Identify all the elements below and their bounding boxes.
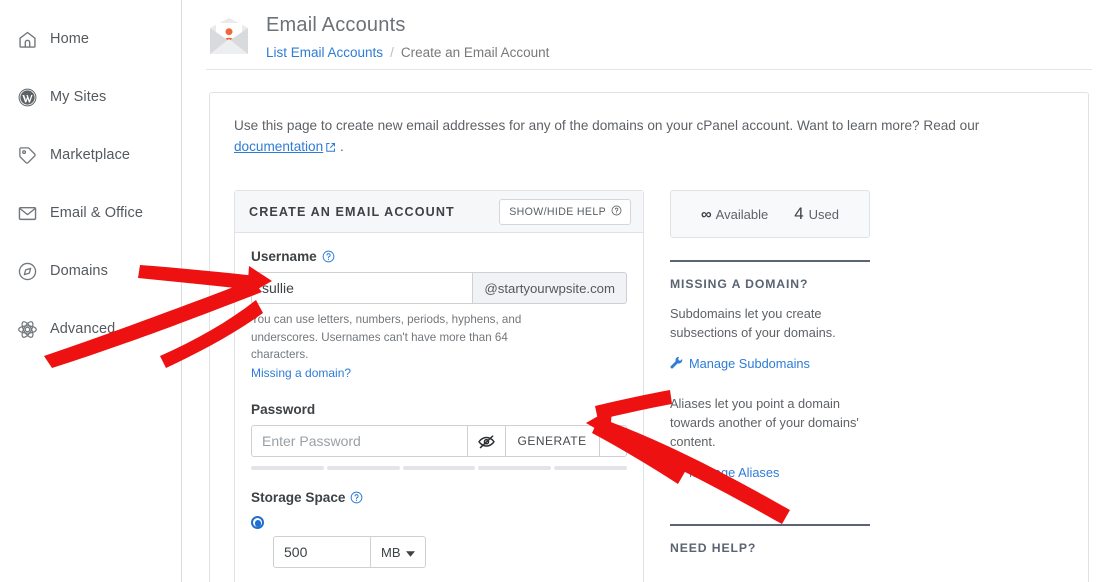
storage-quota-input-group: MB — [273, 536, 627, 569]
manage-subdomains-link[interactable]: Manage Subdomains — [670, 356, 870, 372]
breadcrumb: List Email Accounts / Create an Email Ac… — [266, 45, 549, 60]
storage-quota-radio-row[interactable] — [251, 516, 627, 530]
sidebar-item-marketplace[interactable]: Marketplace — [0, 126, 181, 184]
caret-down-icon[interactable] — [599, 425, 627, 458]
sidebar: Home My Sites Marketplace Email & Office… — [0, 0, 182, 582]
storage-quota-input[interactable] — [273, 536, 371, 569]
two-column-layout: CREATE AN EMAIL ACCOUNT SHOW/HIDE HELP U… — [234, 190, 1064, 582]
used-label: Used — [808, 207, 840, 223]
breadcrumb-separator: / — [390, 45, 394, 60]
tag-icon — [16, 144, 38, 166]
question-circle-icon — [611, 205, 622, 219]
wordpress-icon — [16, 86, 38, 108]
sidebar-item-advanced[interactable]: Advanced — [0, 300, 181, 358]
card-header: CREATE AN EMAIL ACCOUNT SHOW/HIDE HELP — [235, 191, 643, 234]
sidebar-item-label: Home — [50, 31, 90, 47]
page-title: Email Accounts — [266, 14, 406, 36]
generate-password-button[interactable]: GENERATE — [505, 425, 600, 458]
strength-segment — [478, 466, 552, 471]
sidebar-item-label: My Sites — [50, 89, 107, 105]
page-header-text: Email Accounts List Email Accounts / Cre… — [266, 12, 549, 60]
sidebar-item-domains[interactable]: Domains — [0, 242, 181, 300]
strength-segment — [326, 466, 400, 471]
password-label-text: Password — [251, 402, 316, 418]
section-body: Subdomains let you create subsections of… — [670, 306, 836, 341]
section-body: Aliases let you point a domain towards a… — [670, 395, 859, 449]
sidebar-item-label: Email & Office — [50, 205, 143, 221]
section-title: NEED HELP? — [670, 541, 757, 556]
page-header: Email Accounts List Email Accounts / Cre… — [182, 0, 1116, 60]
sidebar-item-email-office[interactable]: Email & Office — [0, 184, 181, 242]
intro-paragraph: Use this page to create new email addres… — [234, 115, 1004, 159]
strength-segment — [402, 466, 476, 471]
caret-down-icon — [405, 545, 415, 560]
strength-segment — [251, 466, 324, 471]
documentation-link[interactable]: documentation — [234, 139, 323, 154]
main-content: Email Accounts List Email Accounts / Cre… — [182, 0, 1116, 582]
breadcrumb-link-list-email-accounts[interactable]: List Email Accounts — [266, 45, 383, 60]
stat-available: ∞ Available — [701, 206, 768, 223]
question-circle-icon[interactable] — [350, 491, 363, 504]
sidebar-item-home[interactable]: Home — [0, 10, 181, 68]
password-input-group: GENERATE — [251, 425, 627, 458]
right-sidebar: ∞ Available 4 Used MISSING A DOMAIN? Sub… — [670, 190, 870, 582]
breadcrumb-current: Create an Email Account — [400, 45, 550, 60]
storage-space-label-text: Storage Space — [251, 490, 346, 506]
sidebar-item-label: Advanced — [50, 321, 116, 337]
missing-domain-section: MISSING A DOMAIN? Subdomains let you cre… — [670, 260, 870, 371]
password-strength-meter — [251, 466, 627, 471]
content-card: Use this page to create new email addres… — [209, 92, 1089, 582]
sidebar-item-label: Marketplace — [50, 147, 131, 163]
card-body: Username @startyourwpsit — [235, 233, 643, 582]
used-value: 4 — [794, 204, 804, 224]
question-circle-icon[interactable] — [322, 250, 335, 263]
section-title: MISSING A DOMAIN? — [670, 277, 809, 292]
username-hint: You can use letters, numbers, periods, h… — [251, 313, 522, 361]
storage-space-label: Storage Space — [251, 490, 627, 505]
show-hide-help-label: SHOW/HIDE HELP — [509, 205, 606, 218]
intro-text-after: . — [336, 139, 344, 155]
available-label: Available — [715, 206, 769, 222]
password-input[interactable] — [251, 425, 469, 458]
username-input-group: @startyourwpsite.com — [251, 272, 627, 305]
sidebar-item-my-sites[interactable]: My Sites — [0, 68, 181, 126]
need-help-section: NEED HELP? — [670, 524, 870, 555]
storage-unit-dropdown[interactable]: MB — [371, 536, 426, 569]
aliases-section: Aliases let you point a domain towards a… — [670, 394, 870, 481]
sidebar-item-label: Domains — [50, 263, 108, 279]
header-divider — [206, 69, 1092, 70]
username-label-text: Username — [251, 249, 317, 265]
wrench-icon — [670, 356, 683, 372]
available-value: ∞ — [700, 205, 712, 223]
domain-suffix-label: @startyourwpsite.com — [473, 272, 627, 305]
stat-used: 4 Used — [794, 204, 839, 224]
storage-quota-radio[interactable] — [251, 516, 264, 530]
section-divider — [670, 260, 870, 263]
page-root: Home My Sites Marketplace Email & Office… — [0, 0, 1116, 582]
envelope-icon — [16, 202, 38, 224]
missing-a-domain-link[interactable]: Missing a domain? — [251, 366, 351, 380]
account-stats-box: ∞ Available 4 Used — [670, 190, 870, 239]
strength-segment — [554, 466, 627, 471]
compass-icon — [16, 260, 38, 282]
email-accounts-icon — [206, 14, 252, 60]
show-hide-help-button[interactable]: SHOW/HIDE HELP — [499, 198, 631, 225]
create-email-account-card: CREATE AN EMAIL ACCOUNT SHOW/HIDE HELP U… — [234, 190, 644, 582]
manage-subdomains-label: Manage Subdomains — [689, 356, 810, 371]
home-icon — [16, 28, 38, 50]
wrench-icon — [670, 464, 683, 480]
manage-aliases-label: Manage Aliases — [689, 464, 780, 480]
intro-text-before: Use this page to create new email addres… — [234, 118, 980, 133]
username-label: Username — [251, 249, 627, 264]
eye-slash-icon[interactable] — [468, 425, 506, 458]
card-title: CREATE AN EMAIL ACCOUNT — [249, 204, 455, 219]
password-label: Password — [251, 402, 627, 417]
username-input[interactable] — [251, 272, 474, 305]
section-divider — [670, 524, 870, 527]
manage-aliases-link[interactable]: Manage Aliases — [670, 464, 870, 480]
storage-unit-label: MB — [381, 544, 401, 560]
atom-icon — [16, 318, 38, 340]
external-link-icon — [325, 138, 336, 159]
